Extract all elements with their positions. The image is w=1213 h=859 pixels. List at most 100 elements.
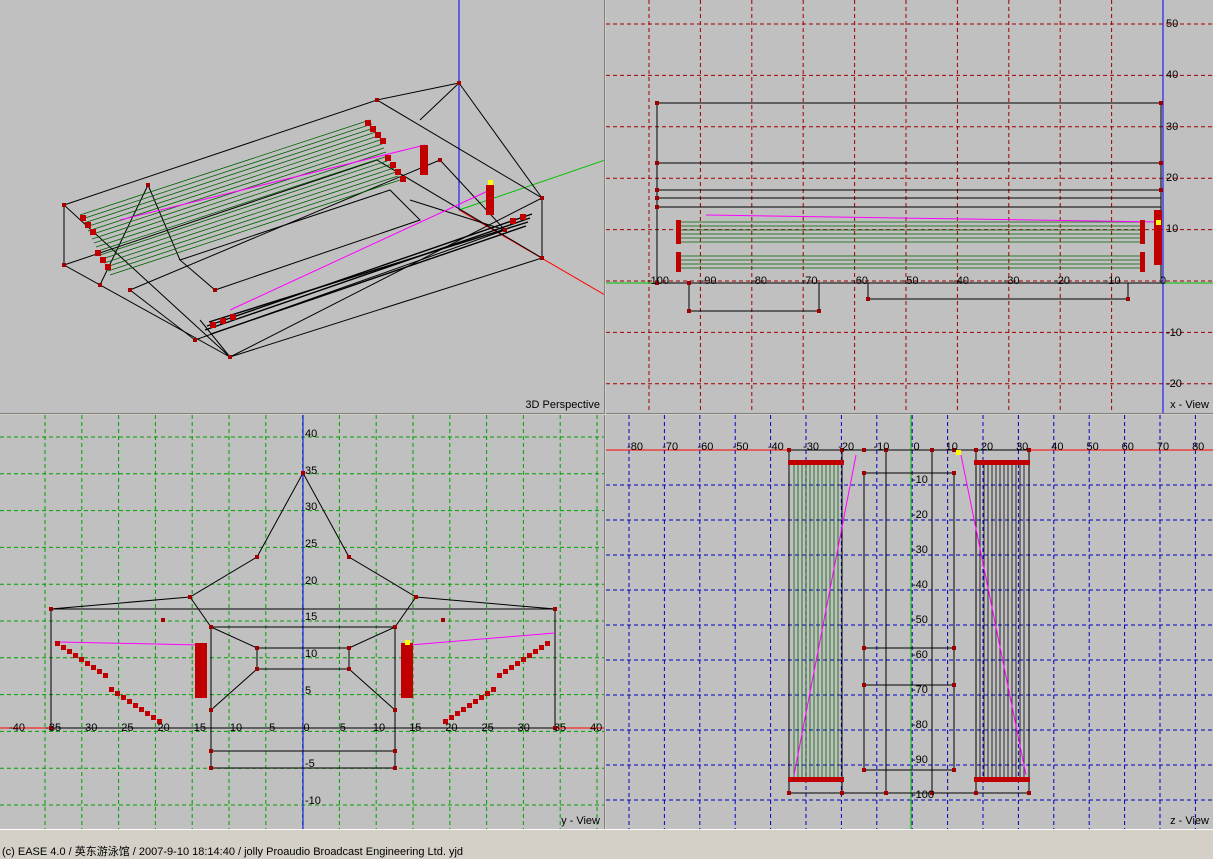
x-view-canvas[interactable]: -100 -90 -80 -70 -60 -50 -40 -30 -20 -10 0 5040302… <box>606 0 1213 414</box>
viewport-x-view[interactable]: -100 -90 -80 -70 -60 -50 -40 -30 -20 -10 0 50 40 30 2… <box>606 0 1213 414</box>
tick-label: -20 <box>1054 275 1070 287</box>
speaker-cluster[interactable] <box>1140 252 1145 272</box>
viewport-label: z - View <box>1170 815 1209 827</box>
tick-label: -30 <box>1004 275 1020 287</box>
tick-label: -70 <box>802 275 818 287</box>
front-seating <box>204 213 533 335</box>
tick-label: -10 <box>226 722 242 734</box>
speaker-column[interactable] <box>401 643 413 698</box>
speaker-cluster[interactable] <box>1140 220 1145 244</box>
speaker-column[interactable] <box>1154 210 1162 265</box>
speaker-ray <box>705 214 1162 223</box>
tick-label: 40 <box>590 722 602 734</box>
viewport-y-view[interactable]: -40 -35 -30 -25 -20 -15 -10 -5 0 5 10 15 20 25 30 35 40 … <box>0 415 605 829</box>
tick-label: 80 <box>1192 441 1204 453</box>
speaker-array-left <box>55 641 162 724</box>
tick-label: -30 <box>803 441 819 453</box>
tick-label: -90 <box>912 754 928 766</box>
viewport-z-view[interactable]: -80 -70 -60 -50 -40 -30 -20 -10 0 10 20 30 40 50 60 70 8… <box>606 415 1213 829</box>
tick-label: 30 <box>1166 121 1178 133</box>
speaker-ray <box>59 641 201 646</box>
tick-label: 40 <box>1166 69 1178 81</box>
tick-label: -35 <box>45 722 61 734</box>
tick-label: -5 <box>305 758 315 770</box>
speaker-cluster[interactable] <box>676 220 681 244</box>
tick-label: -80 <box>751 275 767 287</box>
tick-label: -60 <box>912 649 928 661</box>
tick-label: 20 <box>305 575 317 587</box>
speaker-cluster[interactable] <box>676 252 681 272</box>
tick-label: 0 <box>304 722 310 734</box>
tick-label: 10 <box>946 441 958 453</box>
y-view-canvas[interactable]: -40 -35 -30 -25 -20 -15 -10 -5 0 5 10 15 20 25 30 35 40 … <box>0 415 605 829</box>
tick-label: 50 <box>1166 18 1178 30</box>
tick-label: 5 <box>340 722 346 734</box>
speaker-row <box>788 460 844 465</box>
speaker-cluster[interactable] <box>420 145 428 175</box>
viewport-label: x - View <box>1170 399 1209 411</box>
speaker-row <box>974 777 1030 782</box>
tick-label: -5 <box>266 722 276 734</box>
tick-label: 20 <box>981 441 993 453</box>
tick-label: -100 <box>647 275 669 287</box>
speaker-ray <box>793 454 857 776</box>
viewport-label: y - View <box>561 815 600 827</box>
status-bar: (c) EASE 4.0 / 英东游泳馆 / 2007-9-10 18:14:4… <box>0 829 1213 859</box>
tick-label: -40 <box>953 275 969 287</box>
speaker-cluster[interactable] <box>486 185 494 215</box>
speaker-ray <box>409 632 556 646</box>
speaker-column[interactable] <box>195 643 207 698</box>
speaker-row <box>788 777 844 782</box>
tick-label: 30 <box>518 722 530 734</box>
tick-label: -20 <box>154 722 170 734</box>
tick-label: -30 <box>912 544 928 556</box>
vertical-tick-labels: 50 40 30 20 10 -10 -20 <box>1166 18 1182 390</box>
tick-label: 25 <box>481 722 493 734</box>
horizontal-tick-labels: -80 -70 -60 -50 -40 -30 -20 -10 0 10 20 30 40 50 60 70 8… <box>627 441 1204 453</box>
vertical-tick-labels: -10 -20 -30 -40 -50 -60 -70 -80 -90 -100 <box>912 474 934 801</box>
tick-label: -50 <box>912 614 928 626</box>
tick-label: -40 <box>768 441 784 453</box>
tick-label: 15 <box>305 611 317 623</box>
speaker-ray <box>229 189 491 311</box>
tick-label: 40 <box>305 428 317 440</box>
viewport-label: 3D Perspective <box>525 399 600 411</box>
speaker-row <box>974 460 1030 465</box>
seating-rows <box>678 221 1144 269</box>
tick-label: -10 <box>873 441 889 453</box>
z-view-canvas[interactable]: -80 -70 -60 -50 -40 -30 -20 -10 0 10 20 30 40 50 60 70 8… <box>606 415 1213 829</box>
tick-label: -40 <box>912 579 928 591</box>
status-text: (c) EASE 4.0 / 英东游泳馆 / 2007-9-10 18:14:4… <box>2 846 464 858</box>
tick-label: 35 <box>554 722 566 734</box>
tick-label: 25 <box>305 538 317 550</box>
tick-label: 50 <box>1086 441 1098 453</box>
horizontal-tick-labels: -100 -90 -80 -70 -60 -50 -40 -30 -20 -10 0 <box>647 275 1166 287</box>
tick-label: 10 <box>305 648 317 660</box>
tick-label: -10 <box>305 795 321 807</box>
tick-label: 30 <box>1016 441 1028 453</box>
perspective-canvas[interactable] <box>0 0 605 414</box>
grid <box>606 415 1213 829</box>
tick-label: -30 <box>81 722 97 734</box>
tick-label: 5 <box>305 685 311 697</box>
vertical-tick-labels: 40 35 30 25 20 15 10 5 -5 -10 <box>305 428 321 807</box>
tick-label: 10 <box>373 722 385 734</box>
tick-label: 60 <box>1122 441 1134 453</box>
tick-label: 20 <box>445 722 457 734</box>
listener-marker[interactable] <box>405 640 410 645</box>
viewport-3d-perspective[interactable]: 3D Perspective <box>0 0 605 414</box>
tick-label: 20 <box>1166 172 1178 184</box>
tick-label: -70 <box>912 684 928 696</box>
listener-marker[interactable] <box>488 180 493 185</box>
tick-label: 0 <box>914 441 920 453</box>
listener-marker[interactable] <box>1156 220 1161 225</box>
tick-label: -10 <box>1166 327 1182 339</box>
tick-label: -15 <box>190 722 206 734</box>
tick-label: -90 <box>701 275 717 287</box>
tick-label: -20 <box>838 441 854 453</box>
tick-label: -20 <box>912 509 928 521</box>
tick-label: -10 <box>912 474 928 486</box>
tick-label: -25 <box>118 722 134 734</box>
room-plan <box>788 449 1030 794</box>
tick-label: 30 <box>305 501 317 513</box>
